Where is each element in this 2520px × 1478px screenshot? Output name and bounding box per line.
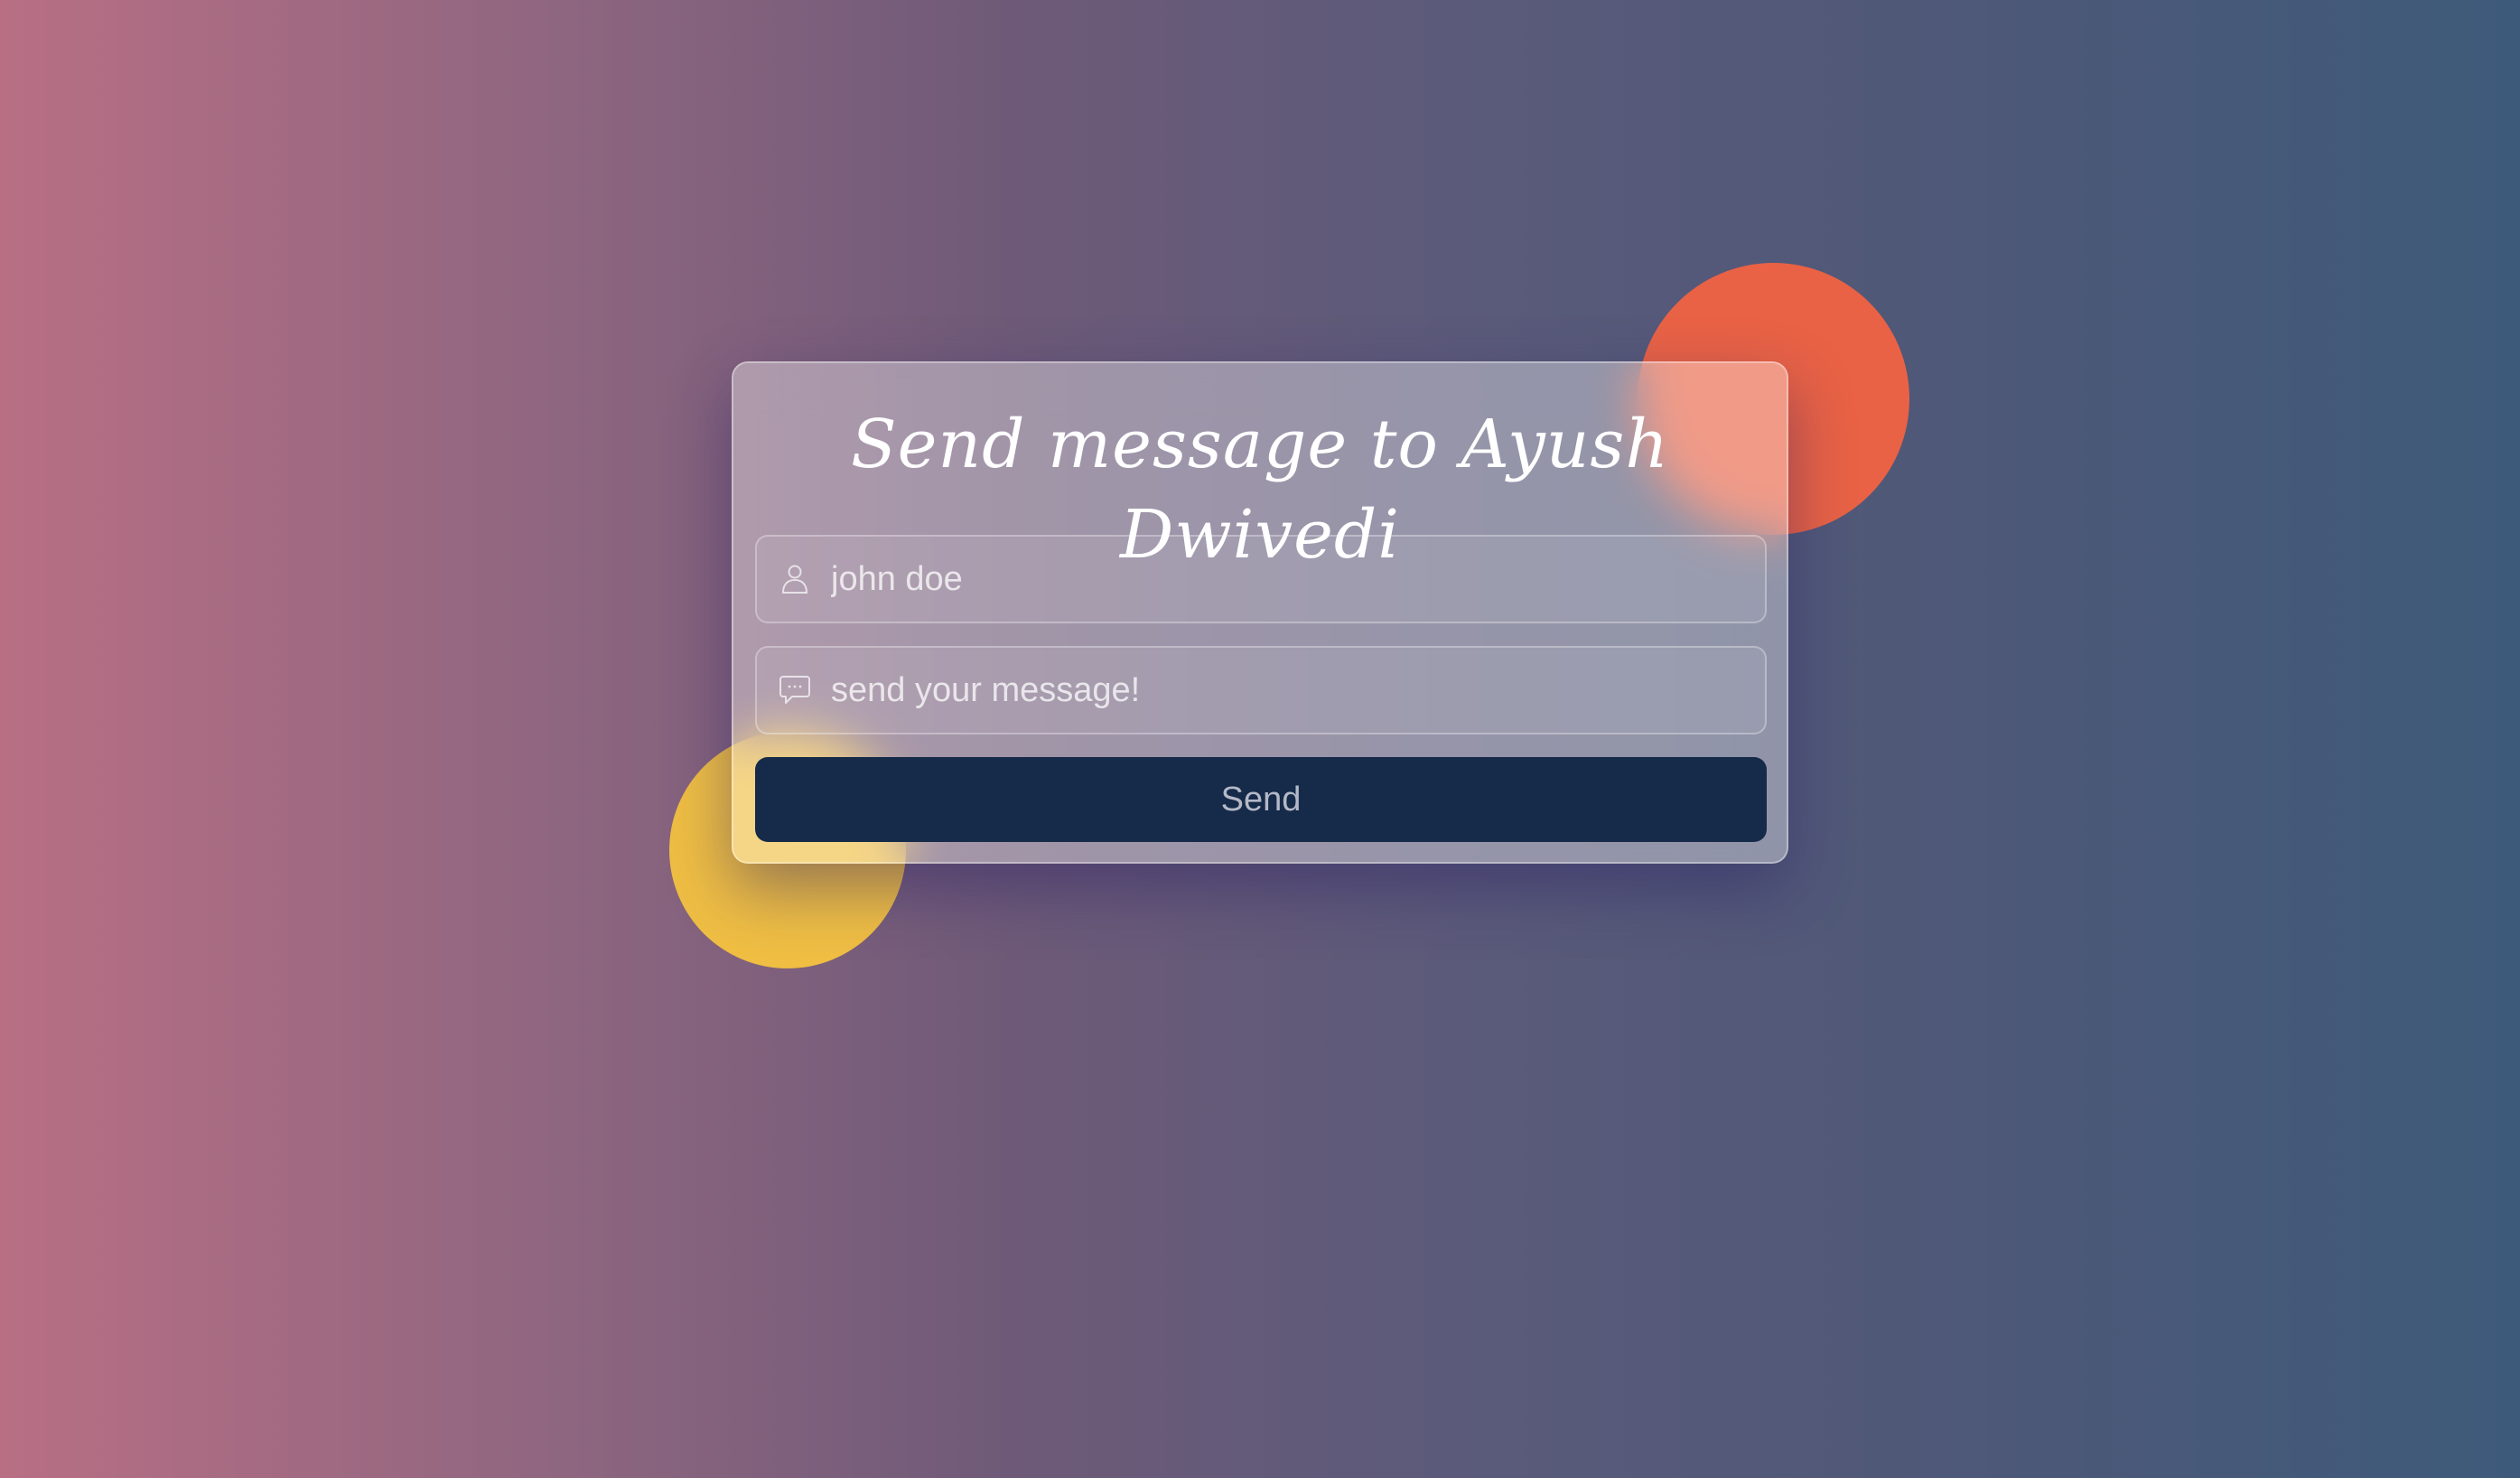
message-input[interactable] (831, 648, 1765, 733)
name-input[interactable] (831, 537, 1765, 622)
chat-bubble-icon (775, 670, 815, 710)
user-icon (775, 559, 815, 599)
send-button[interactable]: Send (755, 757, 1767, 842)
message-form-card: Send message to Ayush Dwivedi Send (732, 361, 1788, 864)
message-field[interactable] (755, 646, 1767, 734)
name-field[interactable] (755, 535, 1767, 623)
